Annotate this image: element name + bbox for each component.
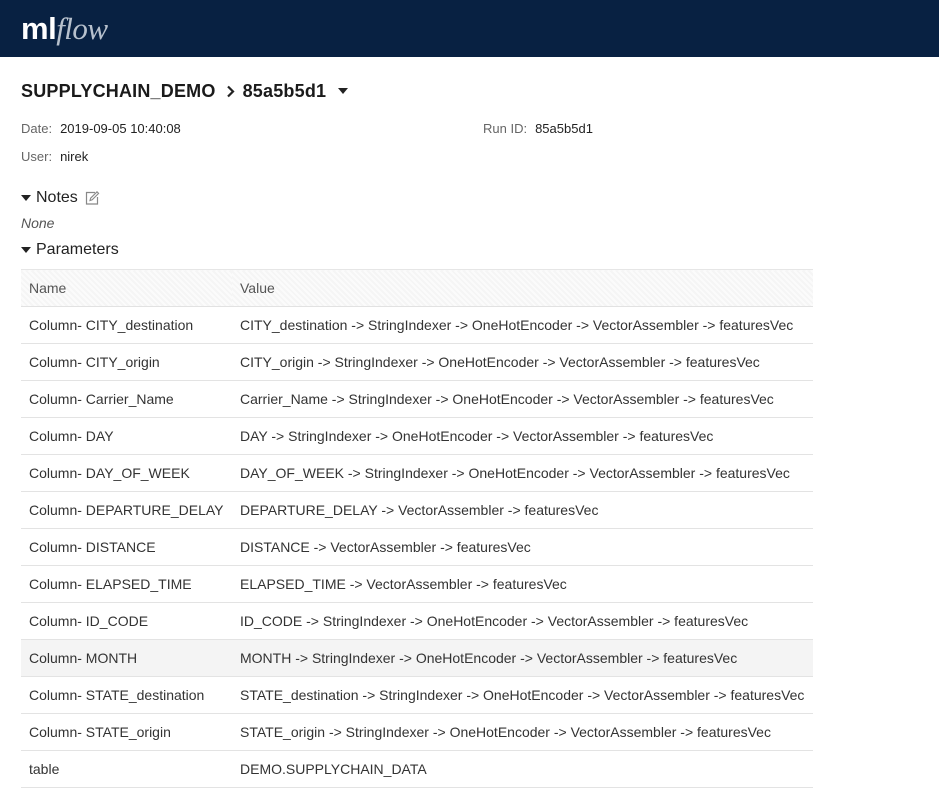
run-page: SUPPLYCHAIN_DEMO 85a5b5d1 Date: 2019-09-… [0,80,813,788]
table-row: Column- CITY_origin CITY_origin -> String… [21,343,813,381]
mlflow-logo[interactable]: ml flow [21,11,108,47]
parameters-section-toggle[interactable]: Parameters [21,240,813,260]
table-row: Column- ELAPSED_TIME ELAPSED_TIME -> Vect… [21,565,813,603]
date-value: 2019-09-05 10:40:08 [60,121,181,136]
table-row: Column- Carrier_Name Carrier_Name -> Stri… [21,380,813,418]
table-row: Column- MONTH MONTH -> StringIndexer -> O… [21,639,813,677]
param-name: Column- DISTANCE [21,528,232,566]
param-value: MONTH -> StringIndexer -> OneHotEncoder … [232,639,813,677]
run-id-label: Run ID: [483,121,528,136]
param-value: ELAPSED_TIME -> VectorAssembler -> featu… [232,565,813,603]
table-row: Column- DAY_OF_WEEK DAY_OF_WEEK -> String… [21,454,813,492]
param-value: Carrier_Name -> StringIndexer -> OneHotE… [232,380,813,418]
top-nav-bar: ml flow [0,0,939,57]
table-row: table DEMO.SUPPLYCHAIN_DATA [21,750,813,788]
caret-down-icon [21,247,31,253]
param-value: DEMO.SUPPLYCHAIN_DATA [232,750,813,788]
param-name: Column- Carrier_Name [21,380,232,418]
table-row: Column- DEPARTURE_DELAY DEPARTURE_DELAY -… [21,491,813,529]
param-name: Column- DEPARTURE_DELAY [21,491,232,529]
param-value: CITY_destination -> StringIndexer -> One… [232,306,813,344]
param-value: STATE_destination -> StringIndexer -> On… [232,676,813,714]
logo-ml: ml [21,10,57,46]
param-name: Column- ELAPSED_TIME [21,565,232,603]
param-value: DAY_OF_WEEK -> StringIndexer -> OneHotEn… [232,454,813,492]
run-actions-dropdown[interactable] [338,88,349,94]
edit-icon[interactable] [84,190,100,206]
chevron-right-icon [226,85,235,98]
notes-content: None [21,215,55,231]
param-value: ID_CODE -> StringIndexer -> OneHotEncode… [232,602,813,640]
table-row: Column- DAY DAY -> StringIndexer -> OneHo… [21,417,813,455]
param-name: Column- ID_CODE [21,602,232,640]
param-name: Column- DAY_OF_WEEK [21,454,232,492]
breadcrumb-run-name: 85a5b5d1 [242,80,327,101]
param-name: Column- DAY [21,417,232,455]
run-id-value: 85a5b5d1 [535,121,593,136]
date-row: Date: 2019-09-05 10:40:08 [21,121,181,136]
caret-down-icon [21,195,31,201]
param-value: DEPARTURE_DELAY -> VectorAssembler -> fe… [232,491,813,529]
user-row: User: nirek [21,149,88,164]
table-row: Column- STATE_destination STATE_destinati… [21,676,813,714]
table-header-row: Name Value [21,269,813,307]
date-label: Date: [21,121,53,136]
breadcrumb-experiment-link[interactable]: SUPPLYCHAIN_DEMO [21,81,216,102]
logo-flow: flow [56,10,108,46]
param-name: Column- CITY_destination [21,306,232,344]
param-name: table [21,750,232,788]
user-value: nirek [60,149,89,164]
param-name: Column- CITY_origin [21,343,232,381]
value-column-header: Value [232,269,813,307]
table-row: Column- STATE_origin STATE_origin -> Stri… [21,713,813,751]
param-name: Column- STATE_origin [21,713,232,751]
param-value: DAY -> StringIndexer -> OneHotEncoder ->… [232,417,813,455]
parameters-title: Parameters [36,241,119,258]
notes-title: Notes [36,189,78,206]
table-row: Column- DISTANCE DISTANCE -> VectorAssemb… [21,528,813,566]
breadcrumb: SUPPLYCHAIN_DEMO 85a5b5d1 [21,80,813,102]
param-value: DISTANCE -> VectorAssembler -> featuresV… [232,528,813,566]
table-row: Column- CITY_destination CITY_destination… [21,306,813,344]
table-row: Column- ID_CODE ID_CODE -> StringIndexer … [21,602,813,640]
caret-down-icon [338,88,349,94]
parameters-table: Name Value Column- CITY_destination CITY_… [21,269,813,788]
run-metadata: Date: 2019-09-05 10:40:08 Run ID: 85a5b5… [21,121,813,179]
notes-section-toggle[interactable]: Notes [21,188,813,208]
param-name: Column- MONTH [21,639,232,677]
param-value: STATE_origin -> StringIndexer -> OneHotE… [232,713,813,751]
run-id-row: Run ID: 85a5b5d1 [483,121,593,136]
param-name: Column- STATE_destination [21,676,232,714]
name-column-header: Name [21,269,232,307]
user-label: User: [21,149,53,164]
param-value: CITY_origin -> StringIndexer -> OneHotEn… [232,343,813,381]
